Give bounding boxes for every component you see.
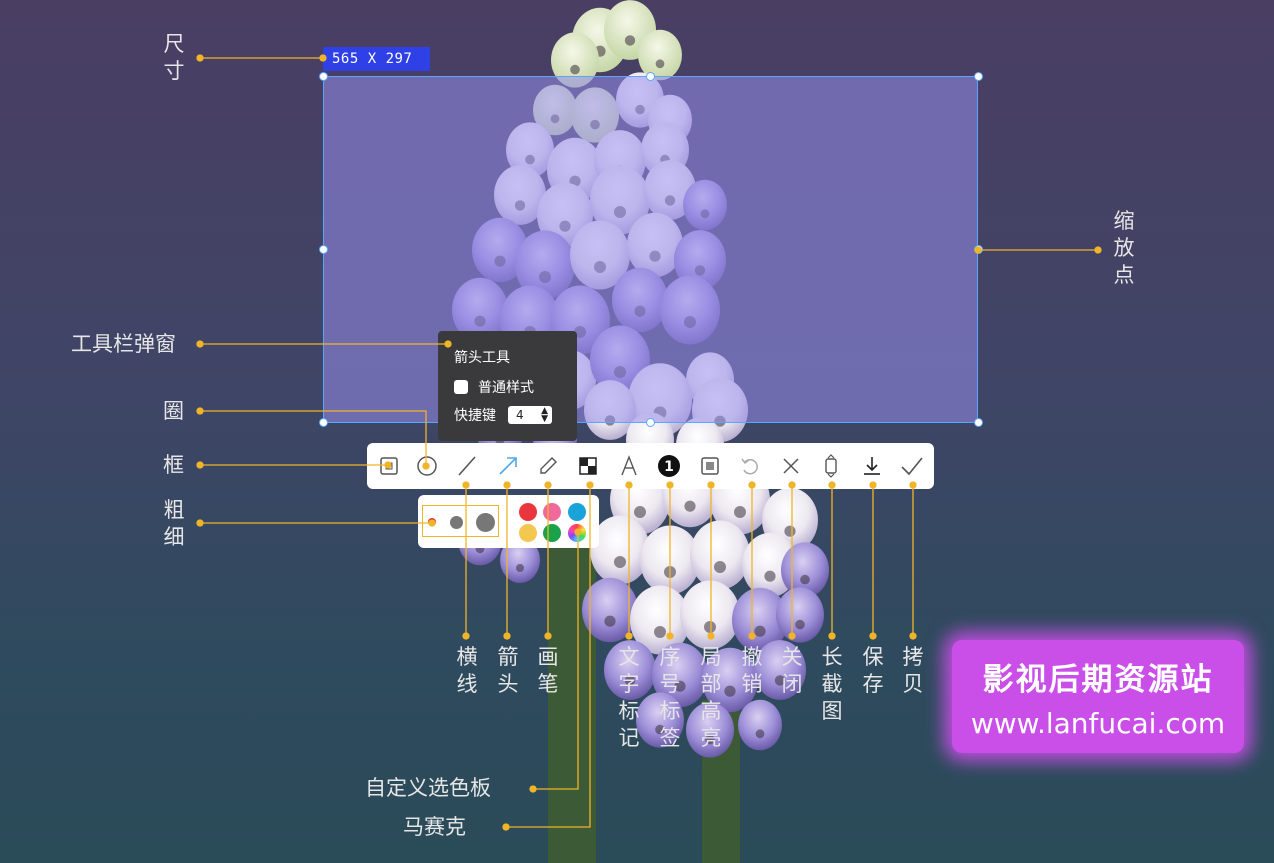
label-thickness: 粗细 [163,498,185,549]
watermark-badge: 影视后期资源站 www.lanfucai.com [952,640,1244,753]
label-close: 关闭 [781,645,803,696]
label-line: 横线 [456,645,478,696]
label-toolbar-popup: 工具栏弹窗 [71,332,176,356]
label-arrow: 箭头 [497,645,519,696]
watermark-url: www.lanfucai.com [970,707,1226,740]
label-scale-points: 缩放点 [1113,209,1135,287]
label-local-highlight: 局部高亮 [700,645,722,750]
label-copy: 拷贝 [902,645,924,696]
label-pen: 画笔 [537,645,559,696]
watermark-title: 影视后期资源站 [982,662,1214,698]
label-circle: 圈 [163,399,184,423]
label-mosaic: 马赛克 [403,815,466,839]
label-save: 保存 [862,645,884,696]
label-text-mark: 文字标记 [618,645,640,750]
label-number-tag: 序号标签 [659,645,681,750]
label-long-capture: 长截图 [821,645,843,723]
label-undo: 撤销 [741,645,763,696]
label-custom-palette: 自定义选色板 [365,776,491,800]
label-frame: 框 [163,453,184,477]
label-size: 尺寸 [163,32,185,83]
